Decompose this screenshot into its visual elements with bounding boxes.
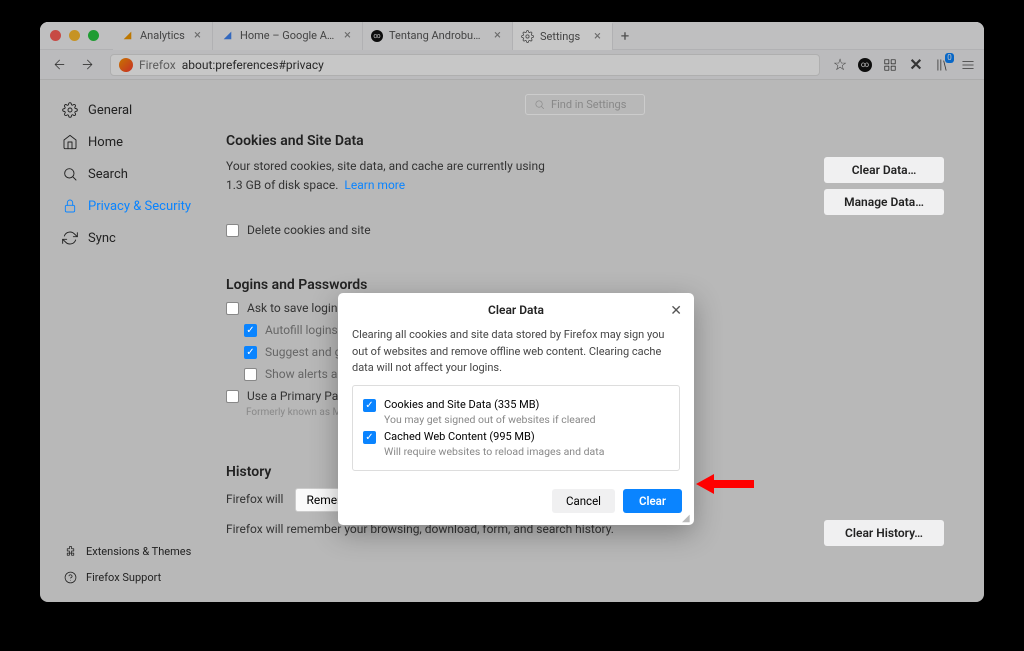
close-window-button[interactable] bbox=[50, 30, 61, 41]
analytics-icon: ◢ bbox=[121, 29, 134, 42]
minimize-window-button[interactable] bbox=[69, 30, 80, 41]
sidebar-item-sync[interactable]: Sync bbox=[62, 222, 216, 254]
sidebar: General Home Search Privacy & Security S… bbox=[40, 80, 216, 602]
extensions-x-icon[interactable]: ✕ bbox=[908, 57, 924, 73]
section-title-cookies: Cookies and Site Data bbox=[226, 133, 944, 149]
bookmark-star-icon[interactable]: ☆ bbox=[832, 57, 848, 73]
gear-icon bbox=[62, 102, 78, 118]
tab-androbuntu[interactable]: ∞ Tentang Androbuntu × bbox=[363, 22, 513, 50]
tab-strip: ◢ Analytics × ◢ Home – Google AdSense × … bbox=[113, 22, 974, 50]
manage-data-button[interactable]: Manage Data… bbox=[824, 189, 944, 215]
back-button[interactable] bbox=[48, 54, 70, 76]
maximize-window-button[interactable] bbox=[88, 30, 99, 41]
sidebar-label: Home bbox=[88, 135, 123, 150]
close-tab-icon[interactable]: × bbox=[191, 29, 204, 42]
option-label: Cached Web Content (995 MB) bbox=[384, 430, 604, 443]
find-settings-input[interactable]: Find in Settings bbox=[525, 94, 645, 115]
tab-settings[interactable]: Settings × bbox=[513, 22, 613, 50]
dialog-title: Clear Data bbox=[488, 303, 544, 317]
sync-icon bbox=[62, 230, 78, 246]
forward-button[interactable] bbox=[76, 54, 98, 76]
firefox-icon bbox=[119, 58, 133, 72]
extension-icon[interactable]: ∞ bbox=[858, 58, 872, 72]
apps-icon[interactable] bbox=[882, 57, 898, 73]
tab-analytics[interactable]: ◢ Analytics × bbox=[113, 22, 213, 50]
tab-label: Settings bbox=[540, 30, 585, 43]
checkbox-checked-icon[interactable] bbox=[363, 431, 376, 444]
delete-cookies-checkbox[interactable]: Delete cookies and site bbox=[226, 223, 944, 237]
url-toolbar: Firefox about:preferences#privacy ☆ ∞ ✕ … bbox=[40, 50, 984, 80]
dialog-description: Clearing all cookies and site data store… bbox=[352, 327, 680, 377]
app-menu-button[interactable] bbox=[960, 57, 976, 73]
search-icon bbox=[62, 166, 78, 182]
sidebar-item-privacy[interactable]: Privacy & Security bbox=[62, 190, 216, 222]
sidebar-item-search[interactable]: Search bbox=[62, 158, 216, 190]
clear-data-button[interactable]: Clear Data… bbox=[824, 157, 944, 183]
tab-label: Home – Google AdSense bbox=[240, 29, 335, 42]
url-prefix: Firefox bbox=[139, 58, 176, 72]
window-controls bbox=[50, 30, 99, 41]
section-title-logins: Logins and Passwords bbox=[226, 277, 944, 293]
search-icon bbox=[534, 99, 545, 110]
sidebar-label: Firefox Support bbox=[86, 571, 161, 584]
sidebar-item-general[interactable]: General bbox=[62, 94, 216, 126]
tab-label: Tentang Androbuntu bbox=[389, 29, 485, 42]
cookies-option-row[interactable]: Cookies and Site Data (335 MB) You may g… bbox=[363, 398, 669, 426]
dialog-close-button[interactable]: ✕ bbox=[668, 301, 684, 321]
close-tab-icon[interactable]: × bbox=[591, 30, 604, 43]
option-sublabel: Will require websites to reload images a… bbox=[384, 445, 604, 458]
titlebar: ◢ Analytics × ◢ Home – Google AdSense × … bbox=[40, 22, 984, 50]
sidebar-footer: Extensions & Themes Firefox Support bbox=[62, 538, 191, 590]
sidebar-item-home[interactable]: Home bbox=[62, 126, 216, 158]
close-tab-icon[interactable]: × bbox=[341, 29, 354, 42]
content-area: General Home Search Privacy & Security S… bbox=[40, 80, 984, 602]
checkbox-label: Delete cookies and site bbox=[247, 223, 371, 237]
cancel-button[interactable]: Cancel bbox=[552, 489, 615, 513]
tab-adsense[interactable]: ◢ Home – Google AdSense × bbox=[213, 22, 363, 50]
sidebar-label: Search bbox=[88, 167, 128, 182]
search-placeholder: Find in Settings bbox=[551, 98, 626, 111]
checkbox-checked-icon[interactable] bbox=[363, 399, 376, 412]
sidebar-label: Privacy & Security bbox=[88, 199, 191, 214]
clear-data-dialog: Clear Data ✕ Clearing all cookies and si… bbox=[338, 293, 694, 525]
option-label: Cookies and Site Data (335 MB) bbox=[384, 398, 596, 411]
clear-button[interactable]: Clear bbox=[623, 489, 682, 513]
gear-icon bbox=[521, 30, 534, 43]
url-text: about:preferences#privacy bbox=[182, 58, 324, 72]
learn-more-link[interactable]: Learn more bbox=[344, 178, 405, 192]
url-bar[interactable]: Firefox about:preferences#privacy bbox=[110, 54, 820, 76]
puzzle-icon bbox=[62, 543, 78, 559]
library-icon[interactable]: 0 bbox=[934, 57, 950, 73]
tab-label: Analytics bbox=[140, 29, 185, 42]
cache-option-row[interactable]: Cached Web Content (995 MB) Will require… bbox=[363, 430, 669, 458]
help-icon bbox=[62, 569, 78, 585]
new-tab-button[interactable]: + bbox=[613, 22, 637, 50]
sidebar-label: General bbox=[88, 103, 132, 118]
sidebar-label: Sync bbox=[88, 231, 116, 246]
sidebar-label: Extensions & Themes bbox=[86, 545, 191, 558]
adsense-icon: ◢ bbox=[221, 29, 234, 42]
firefox-window: ◢ Analytics × ◢ Home – Google AdSense × … bbox=[40, 22, 984, 602]
clear-history-button[interactable]: Clear History… bbox=[824, 520, 944, 546]
home-icon bbox=[62, 134, 78, 150]
annotation-arrow bbox=[696, 470, 756, 502]
sidebar-extensions-link[interactable]: Extensions & Themes bbox=[62, 538, 191, 564]
sidebar-support-link[interactable]: Firefox Support bbox=[62, 564, 191, 590]
notification-badge: 0 bbox=[945, 53, 954, 63]
option-sublabel: You may get signed out of websites if cl… bbox=[384, 413, 596, 426]
site-icon: ∞ bbox=[371, 30, 383, 42]
history-will-label: Firefox will bbox=[226, 490, 283, 509]
lock-icon bbox=[62, 198, 78, 214]
close-tab-icon[interactable]: × bbox=[491, 29, 504, 42]
